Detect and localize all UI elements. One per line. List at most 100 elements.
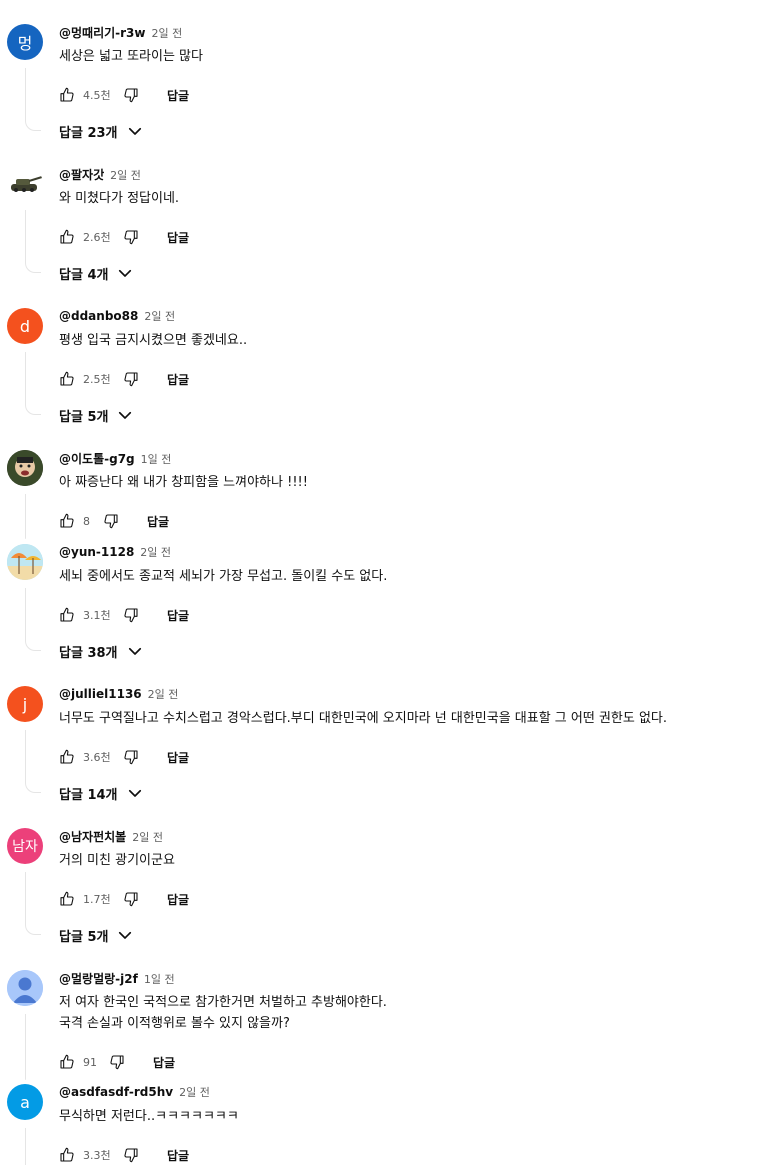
avatar[interactable] — [7, 544, 43, 580]
dislike-icon[interactable] — [123, 749, 139, 765]
avatar[interactable]: j — [7, 686, 43, 722]
like-icon[interactable] — [59, 1054, 75, 1070]
avatar[interactable]: 멍 — [7, 24, 43, 60]
thread-connector-line — [25, 588, 41, 651]
view-replies-button[interactable]: 답글 5개 — [59, 925, 134, 945]
thread-connector-line — [25, 210, 41, 273]
comment-text: 무식하면 저런다..ㅋㅋㅋㅋㅋㅋㅋ — [59, 1106, 239, 1127]
comment-header: @asdfasdf-rd5hv 2일 전 — [59, 1084, 210, 1102]
dislike-icon[interactable] — [123, 87, 139, 103]
avatar[interactable] — [7, 970, 43, 1006]
thread-connector-line — [25, 1014, 26, 1080]
comment-timestamp[interactable]: 2일 전 — [140, 544, 171, 560]
comment-text: 거의 미친 광기이군요 — [59, 850, 175, 871]
comment-text-line: 국격 손실과 이적행위로 볼수 있지 않을까? — [59, 1016, 290, 1031]
comment-author[interactable]: @이도톨-g7g — [59, 450, 135, 467]
reply-button[interactable]: 답글 — [167, 1147, 189, 1164]
comment-header: @이도톨-g7g 1일 전 — [59, 450, 171, 468]
dislike-icon[interactable] — [123, 371, 139, 387]
comment-header: @남자펀치볼 2일 전 — [59, 828, 163, 846]
thread-connector-line — [25, 68, 41, 131]
like-icon[interactable] — [59, 229, 75, 245]
comment-author[interactable]: @yun-1128 — [59, 545, 134, 559]
chevron-down-icon — [126, 642, 144, 660]
comment-timestamp[interactable]: 1일 전 — [141, 451, 172, 467]
comment-author[interactable]: @멍때리기-r3w — [59, 24, 146, 41]
avatar[interactable]: a — [7, 1084, 43, 1120]
comment-timestamp[interactable]: 2일 전 — [110, 167, 141, 183]
comment-timestamp[interactable]: 2일 전 — [132, 829, 163, 845]
comment-timestamp[interactable]: 2일 전 — [152, 25, 183, 41]
comment-header: @멀랑멀랑-j2f 1일 전 — [59, 970, 175, 988]
view-replies-label: 답글 38개 — [59, 645, 118, 661]
comment-text-line: 거의 미친 광기이군요 — [59, 853, 175, 868]
comment-header: @ddanbo88 2일 전 — [59, 308, 175, 326]
dislike-icon[interactable] — [123, 607, 139, 623]
view-replies-label: 답글 23개 — [59, 125, 118, 141]
avatar[interactable] — [7, 166, 43, 202]
dislike-icon[interactable] — [123, 1147, 139, 1163]
comment-text-line: 평생 입국 금지시켰으면 좋겠네요.. — [59, 333, 248, 348]
avatar-letter: a — [20, 1092, 30, 1112]
thread-connector-line — [25, 1128, 26, 1165]
comment-text-line: 와 미쳤다가 정답이네. — [59, 191, 180, 206]
comment-timestamp[interactable]: 1일 전 — [144, 971, 175, 987]
beach-umbrella-icon — [7, 544, 43, 580]
view-replies-button[interactable]: 답글 5개 — [59, 405, 134, 425]
view-replies-button[interactable]: 답글 23개 — [59, 121, 144, 141]
reply-button[interactable]: 답글 — [167, 87, 189, 104]
avatar-letter: 남자 — [12, 839, 38, 855]
comment-author[interactable]: @멀랑멀랑-j2f — [59, 970, 138, 987]
like-count: 4.5천 — [83, 89, 111, 102]
comment-author[interactable]: @asdfasdf-rd5hv — [59, 1085, 173, 1099]
reply-button[interactable]: 답글 — [153, 1054, 175, 1071]
comment-author[interactable]: @ddanbo88 — [59, 309, 138, 323]
tank-icon — [11, 176, 43, 192]
like-count: 3.6천 — [83, 751, 111, 764]
dislike-icon[interactable] — [103, 513, 119, 529]
like-icon[interactable] — [59, 513, 75, 529]
comment-author[interactable]: @남자펀치볼 — [59, 828, 126, 845]
reply-button[interactable]: 답글 — [167, 371, 189, 388]
thread-connector-line — [25, 730, 41, 793]
view-replies-button[interactable]: 답글 14개 — [59, 783, 144, 803]
like-icon[interactable] — [59, 607, 75, 623]
comment-actions: 91 답글 — [59, 1052, 175, 1072]
like-count: 8 — [83, 514, 90, 528]
comment-actions: 2.6천 답글 — [59, 227, 189, 247]
comment-timestamp[interactable]: 2일 전 — [144, 308, 175, 324]
like-icon[interactable] — [59, 891, 75, 907]
avatar[interactable]: d — [7, 308, 43, 344]
reply-button[interactable]: 답글 — [167, 607, 189, 624]
dislike-icon[interactable] — [123, 229, 139, 245]
comment-actions: 3.3천 답글 — [59, 1145, 189, 1165]
reply-button[interactable]: 답글 — [167, 229, 189, 246]
comment-text: 평생 입국 금지시켰으면 좋겠네요.. — [59, 330, 247, 351]
reply-button[interactable]: 답글 — [147, 513, 169, 530]
like-icon[interactable] — [59, 749, 75, 765]
like-count: 91 — [83, 1055, 97, 1069]
comment-text-line: 아 짜증난다 왜 내가 창피함을 느껴야하나 !!!! — [59, 475, 308, 490]
comment-header: @팔자갓 2일 전 — [59, 166, 141, 184]
like-icon[interactable] — [59, 1147, 75, 1163]
view-replies-button[interactable]: 답글 38개 — [59, 641, 144, 661]
comment-timestamp[interactable]: 2일 전 — [179, 1084, 210, 1100]
view-replies-label: 답글 5개 — [59, 929, 109, 945]
reply-button[interactable]: 답글 — [167, 891, 189, 908]
like-icon[interactable] — [59, 87, 75, 103]
comment-text: 너무도 구역질나고 수치스럽고 경악스럽다.부디 대한민국에 오지마라 넌 대한… — [59, 708, 667, 729]
comment-author[interactable]: @julliel1136 — [59, 687, 142, 701]
like-icon[interactable] — [59, 371, 75, 387]
dislike-icon[interactable] — [109, 1054, 125, 1070]
comment-timestamp[interactable]: 2일 전 — [148, 686, 179, 702]
comment-author[interactable]: @팔자갓 — [59, 166, 104, 183]
thread-connector-line — [25, 352, 41, 415]
thread-connector-line — [25, 494, 26, 539]
dislike-icon[interactable] — [123, 891, 139, 907]
comment-actions: 4.5천 답글 — [59, 85, 189, 105]
view-replies-button[interactable]: 답글 4개 — [59, 263, 134, 283]
avatar[interactable]: 남자 — [7, 828, 43, 864]
like-count: 2.5천 — [83, 373, 111, 386]
reply-button[interactable]: 답글 — [167, 749, 189, 766]
avatar[interactable] — [7, 450, 43, 486]
